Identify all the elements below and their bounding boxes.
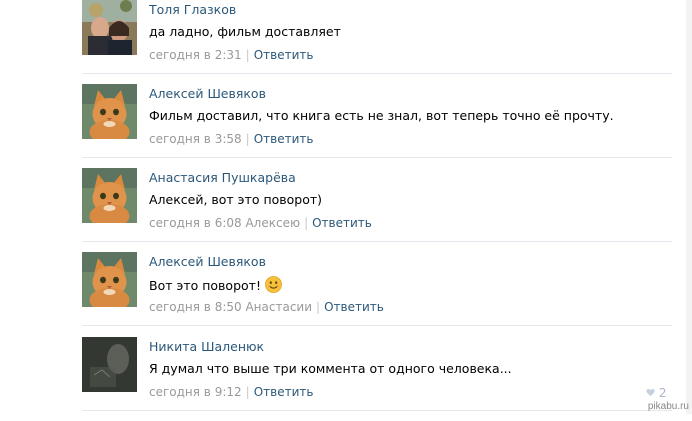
comment-text: Я думал что выше три коммента от одного …: [149, 361, 512, 376]
comment-author[interactable]: Алексей Шевяков: [149, 254, 266, 269]
reply-button[interactable]: Ответить: [254, 132, 314, 146]
comment-time[interactable]: сегодня в 9:12: [149, 385, 242, 399]
smile-emoji-icon: [265, 276, 282, 293]
comment-item: Толя Глазков да ладно, фильм доставляет …: [82, 0, 672, 84]
comment-item: Никита Шаленюк Я думал что выше три комм…: [82, 337, 672, 421]
avatar[interactable]: [82, 337, 137, 392]
comment-time[interactable]: сегодня в 8:50: [149, 300, 242, 314]
meta-separator: |: [245, 48, 250, 62]
avatar[interactable]: [82, 252, 137, 307]
reply-button[interactable]: Ответить: [324, 300, 384, 314]
meta-separator: |: [316, 300, 321, 314]
meta-separator: |: [245, 385, 250, 399]
divider: [82, 157, 672, 158]
comment-text: Фильм доставил, что книга есть не знал, …: [149, 108, 614, 123]
reply-button[interactable]: Ответить: [312, 216, 372, 230]
divider: [82, 325, 672, 326]
comment-author[interactable]: Анастасия Пушкарёва: [149, 170, 296, 185]
watermark: pikabu.ru: [647, 401, 689, 412]
divider: [82, 241, 672, 242]
meta-separator: |: [245, 132, 250, 146]
meta-separator: |: [304, 216, 309, 230]
comment-item: Алексей Шевяков Фильм доставил, что книг…: [82, 84, 672, 168]
divider: [82, 73, 672, 74]
comment-time[interactable]: сегодня в 6:08: [149, 216, 242, 230]
like-count: 2: [658, 386, 667, 400]
reply-to-link[interactable]: Анастасии: [245, 300, 312, 314]
comment-meta: сегодня в 2:31 | Ответить: [149, 48, 313, 62]
scrollbar[interactable]: [686, 0, 692, 414]
comment-meta: сегодня в 6:08 Алексею | Ответить: [149, 216, 372, 230]
comment-meta: сегодня в 8:50 Анастасии | Ответить: [149, 300, 384, 314]
comment-author[interactable]: Толя Глазков: [149, 2, 236, 17]
comment-author[interactable]: Алексей Шевяков: [149, 86, 266, 101]
avatar[interactable]: [82, 84, 137, 139]
comment-text: Вот это поворот!: [149, 278, 261, 293]
avatar[interactable]: [82, 168, 137, 223]
comment-time[interactable]: сегодня в 2:31: [149, 48, 242, 62]
comment-text: да ладно, фильм доставляет: [149, 24, 341, 39]
reply-to-link[interactable]: Алексею: [245, 216, 300, 230]
comment-meta: сегодня в 9:12 | Ответить: [149, 385, 313, 399]
avatar[interactable]: [82, 0, 137, 55]
comment-author[interactable]: Никита Шаленюк: [149, 339, 264, 354]
comment-time[interactable]: сегодня в 3:58: [149, 132, 242, 146]
reply-button[interactable]: Ответить: [254, 385, 314, 399]
reply-button[interactable]: Ответить: [254, 48, 314, 62]
comment-text: Алексей, вот это поворот): [149, 192, 323, 207]
heart-icon: [646, 388, 655, 397]
comment-item: Алексей Шевяков Вот это поворот! сегодня…: [82, 252, 672, 336]
comment-text-wrap: Вот это поворот!: [149, 276, 282, 293]
divider: [82, 410, 672, 411]
like-button[interactable]: 2: [646, 386, 666, 400]
comment-item: Анастасия Пушкарёва Алексей, вот это пов…: [82, 168, 672, 252]
comment-meta: сегодня в 3:58 | Ответить: [149, 132, 313, 146]
